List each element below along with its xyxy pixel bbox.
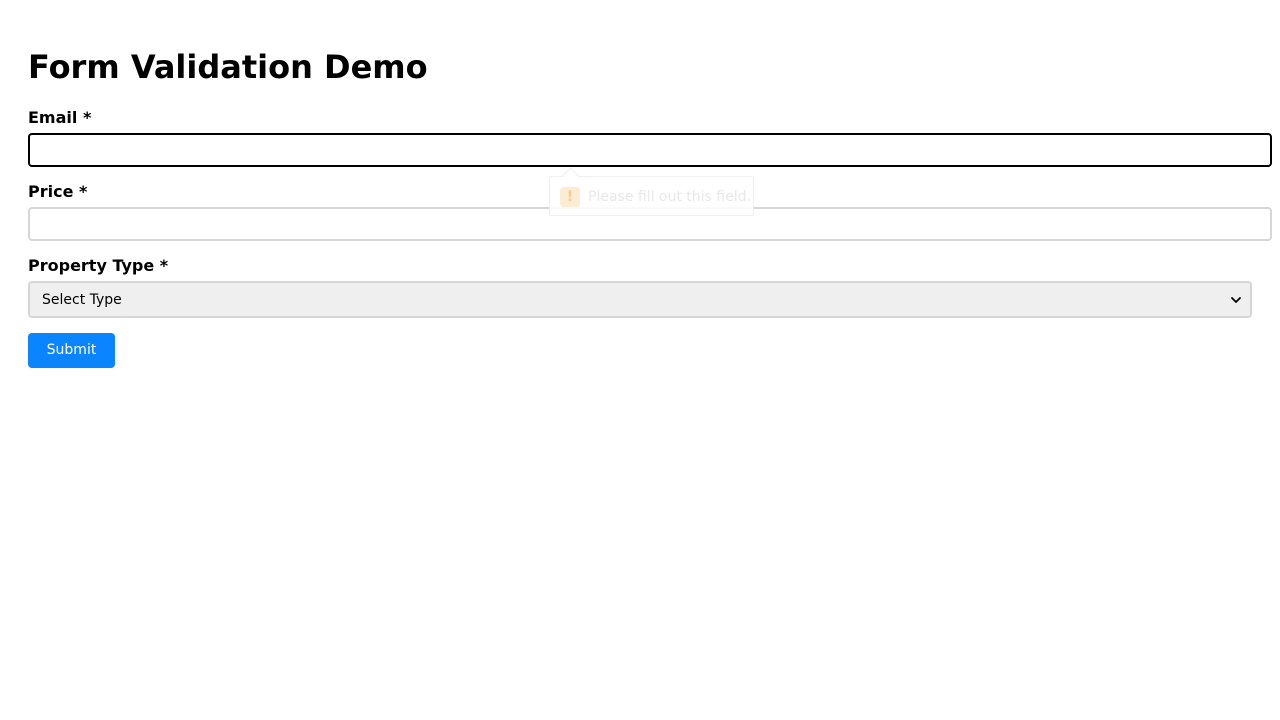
email-label: Email * [28,108,92,127]
page: Form Validation Demo Email * Price * ! P… [0,0,1280,720]
property-type-select[interactable]: Select Type [28,281,1252,318]
validation-tooltip: ! Please fill out this field. [549,176,754,216]
property-type-label: Property Type * [28,256,169,275]
price-label: Price * [28,182,88,201]
page-title: Form Validation Demo [28,48,428,86]
validation-message: Please fill out this field. [588,189,751,205]
warning-icon: ! [560,187,580,207]
property-type-selected-value: Select Type [42,292,122,308]
email-field[interactable] [28,133,1272,167]
submit-button[interactable]: Submit [28,333,115,368]
chevron-down-icon [1231,297,1241,303]
